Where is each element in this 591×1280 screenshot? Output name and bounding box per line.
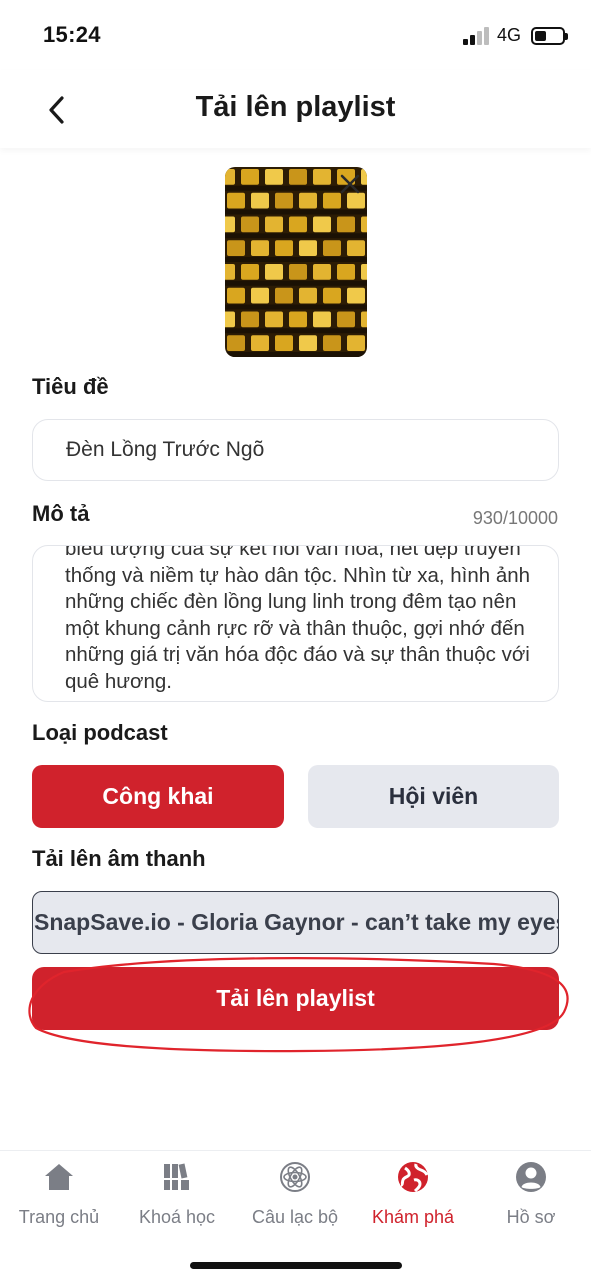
page-title: Tải lên playlist xyxy=(195,91,396,123)
battery-icon xyxy=(531,27,568,45)
cover-image[interactable] xyxy=(225,167,367,357)
explore-globe-icon xyxy=(398,1162,429,1193)
title-input-value: Đèn Lồng Trước Ngõ xyxy=(66,438,265,461)
upload-playlist-button[interactable]: Tải lên playlist xyxy=(32,967,559,1030)
member-type-button[interactable]: Hội viên xyxy=(308,765,559,828)
audio-upload-label: Tải lên âm thanh xyxy=(32,846,206,871)
status-bar: 15:24 4G xyxy=(0,0,591,70)
title-label: Tiêu đề xyxy=(32,374,109,399)
nav-item-explore[interactable]: Khám phá xyxy=(354,1151,472,1251)
nav-label: Câu lạc bộ xyxy=(251,1207,339,1227)
description-text: biểu tượng của sự kết nối văn hóa, nét đ… xyxy=(65,545,531,693)
description-char-counter: 930/10000 xyxy=(472,508,558,528)
nav-item-club[interactable]: Câu lạc bộ xyxy=(236,1151,354,1251)
remove-cover-button[interactable] xyxy=(339,173,361,195)
nav-label: Trang chủ xyxy=(18,1207,100,1227)
profile-icon xyxy=(516,1162,546,1192)
status-time: 15:24 xyxy=(43,22,101,47)
description-label: Mô tả xyxy=(32,501,90,526)
lantern-photo xyxy=(225,169,367,357)
nav-label: Khám phá xyxy=(371,1207,455,1227)
title-input[interactable]: Đèn Lồng Trước Ngõ xyxy=(32,419,559,481)
public-type-button[interactable]: Công khai xyxy=(32,765,284,828)
close-icon xyxy=(340,174,360,194)
nav-item-profile[interactable]: Hồ sơ xyxy=(472,1151,590,1251)
signal-strength-icon xyxy=(463,27,491,45)
nav-label: Hồ sơ xyxy=(506,1207,556,1227)
nav-label: Khoá học xyxy=(138,1207,216,1227)
books-icon xyxy=(164,1163,189,1190)
podcast-type-label: Loại podcast xyxy=(32,720,168,745)
audio-file-name: SnapSave.io - Gloria Gaynor - can’t take… xyxy=(34,909,558,935)
bottom-navigation: Trang chủ Khoá học Câu lạc bộ Khám phá H… xyxy=(0,1150,591,1280)
nav-item-courses[interactable]: Khoá học xyxy=(118,1151,236,1251)
network-type: 4G xyxy=(497,25,522,45)
nav-item-home[interactable]: Trang chủ xyxy=(0,1151,118,1251)
home-indicator xyxy=(190,1262,402,1269)
home-icon xyxy=(45,1164,73,1190)
header: Tải lên playlist xyxy=(0,70,591,148)
audio-file-field[interactable]: SnapSave.io - Gloria Gaynor - can’t take… xyxy=(32,891,559,954)
atom-icon xyxy=(280,1162,310,1192)
description-textarea[interactable]: biểu tượng của sự kết nối văn hóa, nét đ… xyxy=(32,545,559,702)
